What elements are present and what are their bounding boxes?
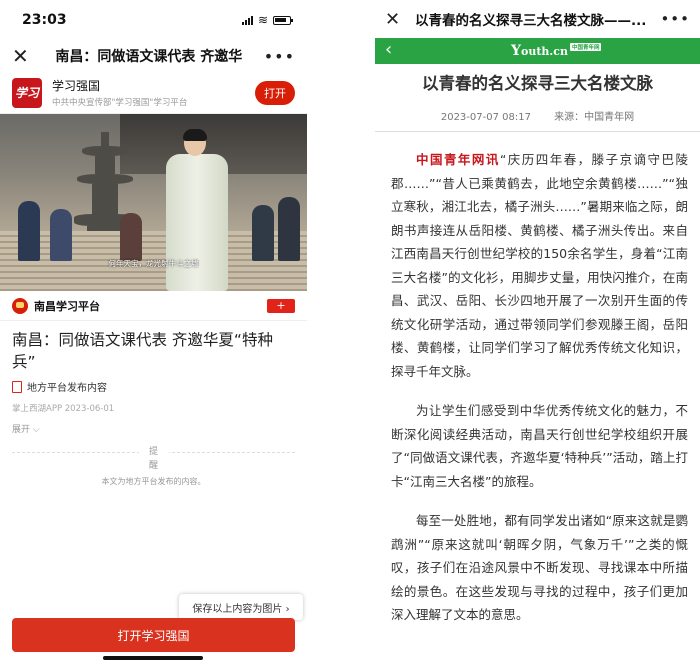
publish-date: 2023-07-07 08:17 xyxy=(440,112,531,123)
open-app-button[interactable]: 打开 xyxy=(255,80,295,105)
video-player[interactable]: 何年天宝，龙光射牛斗之墟 xyxy=(0,114,307,291)
reminder-box: 提醒 本文为地方平台发布的内容。 xyxy=(0,443,307,487)
source-name: 南昌学习平台 xyxy=(34,299,100,313)
more-icon[interactable]: ••• xyxy=(264,47,295,66)
document-icon xyxy=(12,380,22,393)
reminder-title: 提醒 xyxy=(138,445,169,473)
app-subtitle: 中共中央宣传部"学习强国"学习平台 xyxy=(52,98,188,108)
close-icon[interactable]: ✕ xyxy=(12,44,34,68)
follow-plus-button[interactable]: + xyxy=(267,298,295,313)
youth-logo[interactable]: Youth.cn 中国青年网 xyxy=(511,43,602,59)
back-chevron-icon[interactable]: ‹ xyxy=(385,39,392,60)
logo-text: outh.cn xyxy=(521,45,568,58)
nav-title: 以青春的名义探寻三大名楼文脉——... xyxy=(415,13,647,29)
platform-logo-icon xyxy=(12,297,28,314)
nav-title: 南昌：同做语文课代表 齐邀华 xyxy=(55,49,243,65)
video-crowd-person xyxy=(252,205,274,261)
platform-row: 地方平台发布内容 xyxy=(0,373,307,394)
site-header: ‹ Youth.cn 中国青年网 xyxy=(375,38,700,64)
open-xuexi-button[interactable]: 打开学习强国 xyxy=(12,618,295,652)
battery-icon xyxy=(273,15,293,25)
article-source: 来源：中国青年网 xyxy=(554,112,635,123)
wifi-icon: ≋ xyxy=(257,13,268,27)
left-phone-screen: 23:03 ≋ ✕ 南昌：同做语文课代表 齐邀华 ••• 学习 学习强国 中共中… xyxy=(0,0,307,664)
app-banner[interactable]: 学习 学习强国 中共中央宣传部"学习强国"学习平台 打开 xyxy=(0,72,307,114)
video-crowd-person xyxy=(278,197,300,261)
paragraph-1: 中国青年网讯“庆历四年春，滕子京谪守巴陵郡……”“昔人已乘黄鹤去，此地空余黄鹤楼… xyxy=(375,148,700,383)
logo-badge: 中国青年网 xyxy=(569,43,602,51)
platform-label: 地方平台发布内容 xyxy=(27,383,107,394)
article-meta: 2023-07-07 08:17 来源：中国青年网 xyxy=(375,108,700,123)
navbar: ✕ 以青春的名义探寻三大名楼文脉——... ••• xyxy=(375,0,700,38)
source-bar: 南昌学习平台 + xyxy=(0,291,307,321)
article-heading: 以青春的名义探寻三大名楼文脉 xyxy=(422,74,653,93)
expand-toggle[interactable]: 展开 ⌵ xyxy=(0,414,307,435)
app-name: 学习强国 xyxy=(52,79,101,93)
video-crowd-person xyxy=(120,213,142,261)
divider xyxy=(375,131,700,132)
app-info: 学习强国 中共中央宣传部"学习强国"学习平台 xyxy=(52,77,255,108)
status-time: 23:03 xyxy=(22,12,67,28)
paragraph-lead: 中国青年网讯 xyxy=(416,152,500,167)
signal-icon xyxy=(241,15,253,25)
article-title: 南昌：同做语文课代表 齐邀华夏“特种兵” xyxy=(12,331,273,371)
xuexi-logo-icon: 学习 xyxy=(12,77,42,108)
status-bar: 23:03 ≋ xyxy=(0,0,307,40)
save-as-image-button[interactable]: 保存以上内容为图片 › xyxy=(179,594,303,620)
paragraph-2: 为让学生们感受到中华优秀传统文化的魅力，不断深化阅读经典活动，南昌天行创世纪学校… xyxy=(391,403,688,489)
video-subtitle: 何年天宝，龙光射牛斗之墟 xyxy=(108,259,199,268)
right-phone-screen: ✕ 以青春的名义探寻三大名楼文脉——... ••• ‹ Youth.cn 中国青年… xyxy=(375,0,700,664)
more-icon[interactable]: ••• xyxy=(660,10,690,28)
close-icon[interactable]: ✕ xyxy=(385,9,407,30)
paragraph-1-text: “庆历四年春，滕子京谪守巴陵郡……”“昔人已乘黄鹤去，此地空余黄鹤楼……”“独立… xyxy=(391,152,688,379)
paragraph-3: 每至一处胜地，都有同学发出诸如“原来这就是鹦鹉洲”“原来这就叫‘朝晖夕阴，气象万… xyxy=(391,513,688,622)
system-icons: ≋ xyxy=(241,13,293,27)
home-indicator[interactable] xyxy=(103,656,203,660)
reminder-desc: 本文为地方平台发布的内容。 xyxy=(101,477,206,486)
video-crowd-person xyxy=(50,209,72,261)
video-crowd-person xyxy=(18,201,40,261)
navbar: ✕ 南昌：同做语文课代表 齐邀华 ••• xyxy=(0,40,307,72)
article-meta: 掌上西湖APP 2023-06-01 xyxy=(12,404,115,414)
